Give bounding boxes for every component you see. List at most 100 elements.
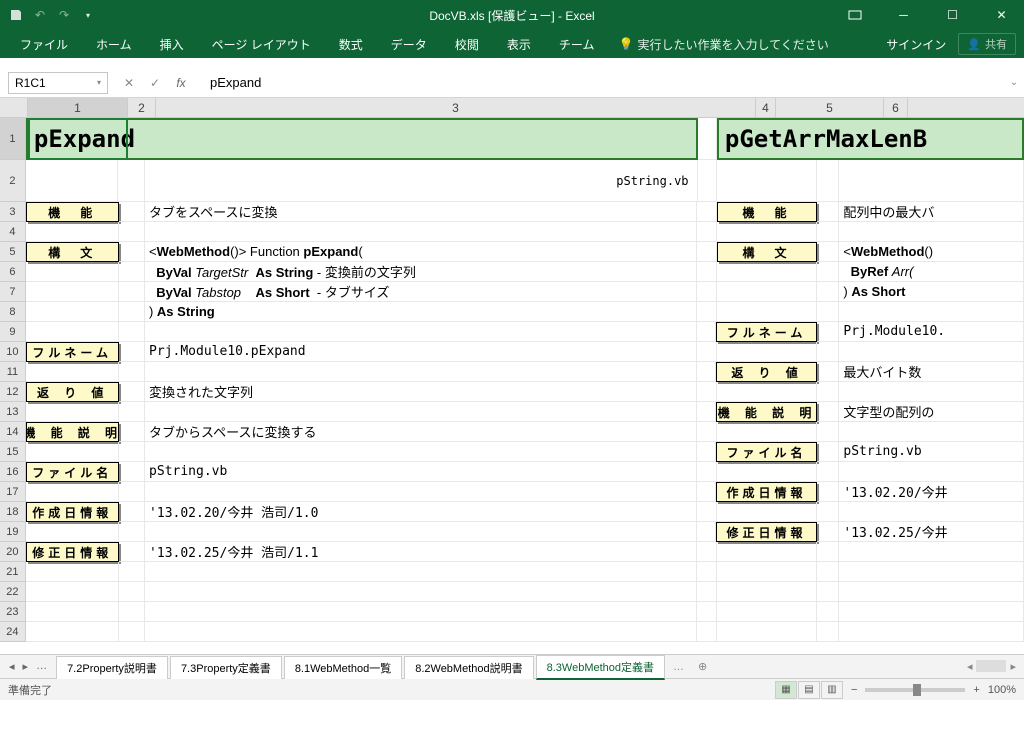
cell[interactable] — [26, 522, 119, 542]
cell[interactable]: <WebMethod() — [839, 242, 1024, 262]
row-header[interactable]: 24 — [0, 622, 26, 642]
cell[interactable]: 最大バイト数 — [839, 362, 1024, 382]
cell-subtitle[interactable]: pString.vb — [145, 160, 698, 202]
cell[interactable] — [697, 242, 716, 262]
cell[interactable] — [26, 322, 119, 342]
cell[interactable] — [26, 442, 119, 462]
cell[interactable] — [697, 542, 716, 562]
select-all-corner[interactable] — [0, 98, 28, 117]
signin-link[interactable]: サインイン — [886, 36, 946, 53]
label-fullname-r[interactable]: フルネーム — [716, 322, 816, 342]
cell[interactable] — [839, 160, 1024, 202]
cell[interactable] — [145, 602, 697, 622]
spreadsheet-grid[interactable]: 1 2 3 4 5 6 1 pExpand pGetArrMaxLenB 2 p… — [0, 98, 1024, 654]
cell-shusei[interactable]: '13.02.25/今井 浩司/1.1 — [145, 542, 697, 562]
sheet-tab-active[interactable]: 8.3WebMethod定義書 — [536, 655, 665, 680]
cell[interactable] — [817, 522, 840, 542]
share-button[interactable]: 👤 共有 — [958, 33, 1016, 55]
label-sakusei[interactable]: 作成日情報 — [26, 502, 119, 522]
row-header[interactable]: 19 — [0, 522, 26, 542]
cell[interactable] — [145, 582, 697, 602]
cell[interactable] — [697, 502, 716, 522]
cell[interactable] — [697, 362, 716, 382]
cell[interactable] — [119, 382, 145, 402]
formula-input[interactable] — [202, 72, 1004, 94]
row-header[interactable]: 22 — [0, 582, 26, 602]
cell[interactable] — [839, 462, 1024, 482]
cell[interactable] — [817, 502, 840, 522]
label-file[interactable]: ファイル名 — [26, 462, 119, 482]
cell[interactable] — [26, 222, 119, 242]
cell[interactable] — [119, 622, 145, 642]
row-header[interactable]: 13 — [0, 402, 26, 422]
cell-koubun3[interactable]: ByVal Tabstop As Short - タブサイズ — [145, 282, 697, 302]
row-header[interactable]: 21 — [0, 562, 26, 582]
fx-icon[interactable]: fx — [172, 76, 190, 90]
sheet-tab[interactable]: 8.2WebMethod説明書 — [404, 656, 533, 679]
minimize-button[interactable]: ─ — [881, 0, 926, 30]
cell[interactable] — [817, 342, 840, 362]
label-kaeri-r[interactable]: 返 り 値 — [716, 362, 816, 382]
cell[interactable] — [26, 402, 119, 422]
maximize-button[interactable]: ☐ — [930, 0, 975, 30]
cell[interactable] — [717, 160, 817, 202]
row-header[interactable]: 11 — [0, 362, 26, 382]
row-header[interactable]: 4 — [0, 222, 26, 242]
cell[interactable] — [119, 322, 145, 342]
row-header[interactable]: 14 — [0, 422, 26, 442]
cell-title-left[interactable]: pExpand — [26, 118, 698, 160]
cell[interactable] — [26, 362, 119, 382]
cell[interactable] — [26, 562, 119, 582]
row-header[interactable]: 9 — [0, 322, 26, 342]
tab-file[interactable]: ファイル — [8, 32, 80, 57]
cell[interactable] — [697, 382, 716, 402]
cell-koubun1[interactable]: <WebMethod()> Function pExpand( — [145, 242, 697, 262]
cell[interactable] — [717, 222, 817, 242]
label-kinou-r[interactable]: 機 能 — [717, 202, 817, 222]
row-header[interactable]: 20 — [0, 542, 26, 562]
zoom-thumb[interactable] — [913, 684, 921, 696]
label-koubun-r[interactable]: 構 文 — [717, 242, 817, 262]
zoom-slider[interactable] — [865, 688, 965, 692]
col-header[interactable]: 3 — [156, 98, 756, 117]
cell[interactable]: Prj.Module10. — [839, 322, 1024, 342]
cell[interactable] — [839, 622, 1024, 642]
cell[interactable] — [817, 582, 840, 602]
label-kaeri[interactable]: 返 り 値 — [26, 382, 119, 402]
row-header[interactable]: 17 — [0, 482, 26, 502]
cell[interactable] — [26, 582, 119, 602]
cell[interactable] — [119, 242, 145, 262]
row-header[interactable]: 5 — [0, 242, 26, 262]
cell[interactable] — [119, 582, 145, 602]
cell[interactable] — [697, 282, 716, 302]
row-header[interactable]: 23 — [0, 602, 26, 622]
add-sheet-icon[interactable]: ⊕ — [690, 660, 715, 673]
cell[interactable]: ) As Short — [839, 282, 1024, 302]
cell[interactable] — [119, 562, 145, 582]
cell[interactable] — [839, 602, 1024, 622]
sheet-tab[interactable]: 7.2Property説明書 — [56, 656, 168, 679]
zoom-out-icon[interactable]: − — [851, 684, 857, 696]
tell-me-search[interactable]: 💡 実行したい作業を入力してください — [610, 36, 828, 53]
cell[interactable] — [839, 382, 1024, 402]
cell[interactable] — [697, 582, 716, 602]
cell[interactable] — [145, 622, 697, 642]
row-header[interactable]: 2 — [0, 160, 26, 202]
cell[interactable] — [817, 482, 840, 502]
cell[interactable] — [839, 562, 1024, 582]
cell[interactable] — [697, 402, 716, 422]
cell[interactable] — [26, 262, 119, 282]
cell[interactable] — [717, 262, 817, 282]
cell[interactable] — [839, 342, 1024, 362]
tab-data[interactable]: データ — [379, 32, 439, 57]
tab-insert[interactable]: 挿入 — [148, 32, 196, 57]
cell[interactable] — [119, 402, 145, 422]
cell[interactable] — [817, 382, 840, 402]
cell[interactable] — [817, 202, 840, 222]
cell[interactable] — [817, 362, 840, 382]
label-setsumei-r[interactable]: 機 能 説 明 — [716, 402, 816, 422]
tab-nav-more-right-icon[interactable]: … — [667, 661, 690, 673]
cell[interactable] — [717, 302, 817, 322]
label-fullname[interactable]: フルネーム — [26, 342, 119, 362]
cell[interactable] — [26, 482, 119, 502]
